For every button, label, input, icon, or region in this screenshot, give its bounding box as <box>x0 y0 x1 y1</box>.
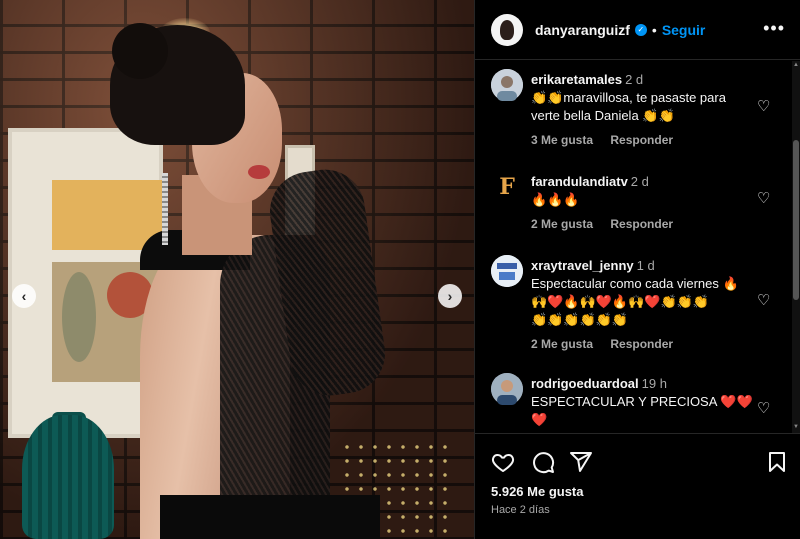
comment-text-line: 👏👏👏👏👏👏 <box>531 312 629 327</box>
heart-icon[interactable] <box>491 450 515 474</box>
woman-figure <box>100 23 420 539</box>
comment-time: 19 h <box>641 376 667 391</box>
post-username[interactable]: danyaranguizf <box>535 22 630 38</box>
like-comment-heart-icon[interactable]: ♡ <box>757 97 770 115</box>
comment-text: ESPECTACULAR Y PRECIOSA ❤️❤️ <box>531 394 753 409</box>
reply-button[interactable]: Responder <box>610 133 673 147</box>
comment-likes[interactable]: 2 Me gusta <box>531 337 593 351</box>
jenny-avatar-icon <box>491 255 523 287</box>
comment-item: erikaretamales 2 d 👏👏maravillosa, te pasa… <box>491 69 781 149</box>
scroll-up-arrow-icon[interactable]: ▲ <box>792 62 800 68</box>
reply-button[interactable]: Responder <box>610 337 673 351</box>
scrollbar-thumb[interactable] <box>793 140 799 300</box>
scroll-down-arrow-icon[interactable]: ▼ <box>792 424 800 430</box>
more-options-icon[interactable]: ••• <box>763 18 785 39</box>
verified-badge-icon: ✓ <box>634 23 647 36</box>
erika-avatar-icon <box>491 69 523 101</box>
rodrigo-avatar-icon <box>491 373 523 405</box>
post-side-panel: danyaranguizf ✓ • Seguir ••• erikaretama… <box>474 0 800 539</box>
comment-time: 2 d <box>630 174 649 189</box>
avatar[interactable]: F <box>491 171 523 203</box>
separator-dot: • <box>651 21 657 38</box>
comment-text: 👏👏maravillosa, te pasaste para verte bel… <box>531 90 726 123</box>
comment-likes[interactable]: 3 Me gusta <box>531 133 593 147</box>
previous-photo-button[interactable]: ‹ <box>12 284 36 308</box>
comment-time: 2 d <box>625 72 644 87</box>
follow-button[interactable]: Seguir <box>662 22 706 38</box>
comment-username[interactable]: xraytravel_jenny <box>531 258 634 273</box>
comment-item: rodrigoeduardoal 19 h ESPECTACULAR Y PREC… <box>491 373 781 433</box>
avatar[interactable] <box>491 69 523 101</box>
comment-text: 🔥🔥🔥 <box>531 192 580 207</box>
comment-text-line: 🙌❤️🔥🙌❤️🔥🙌❤️👏👏👏 <box>531 294 710 309</box>
post-time-ago[interactable]: Hace 2 días <box>491 504 550 516</box>
chevron-left-icon: ‹ <box>21 288 27 304</box>
next-photo-button[interactable]: › <box>438 284 462 308</box>
comment-username[interactable]: erikaretamales <box>531 72 622 87</box>
comment-icon[interactable] <box>531 450 555 474</box>
like-comment-heart-icon[interactable]: ♡ <box>757 399 770 417</box>
avatar[interactable] <box>491 255 523 287</box>
comment-text: Espectacular como cada viernes 🔥 <box>531 276 739 291</box>
reply-button[interactable]: Responder <box>610 217 673 231</box>
comment-item: xraytravel_jenny 1 d Espectacular como ca… <box>491 255 781 355</box>
comment-item: F farandulandiatv 2 d 🔥🔥🔥 2 Me gusta Resp… <box>491 171 781 231</box>
comment-time: 1 d <box>636 258 655 273</box>
like-comment-heart-icon[interactable]: ♡ <box>757 189 770 207</box>
chevron-right-icon: › <box>447 288 453 304</box>
post-photo[interactable]: ‹ › <box>0 0 474 539</box>
comment-username[interactable]: farandulandiatv <box>531 174 628 189</box>
post-header: danyaranguizf ✓ • Seguir ••• <box>475 0 800 60</box>
comments-list: erikaretamales 2 d 👏👏maravillosa, te pasa… <box>475 61 800 433</box>
comment-text-line: ❤️ <box>531 412 548 427</box>
post-actions: 5.926 Me gusta Hace 2 días <box>475 433 800 539</box>
like-comment-heart-icon[interactable]: ♡ <box>757 291 770 309</box>
bookmark-icon[interactable] <box>765 450 789 474</box>
earring <box>162 173 168 245</box>
likes-count[interactable]: 5.926 Me gusta <box>491 484 584 499</box>
avatar[interactable] <box>491 373 523 405</box>
avatar[interactable] <box>491 13 523 46</box>
share-icon[interactable] <box>569 450 593 474</box>
comment-username[interactable]: rodrigoeduardoal <box>531 376 639 391</box>
comment-likes[interactable]: 2 Me gusta <box>531 217 593 231</box>
